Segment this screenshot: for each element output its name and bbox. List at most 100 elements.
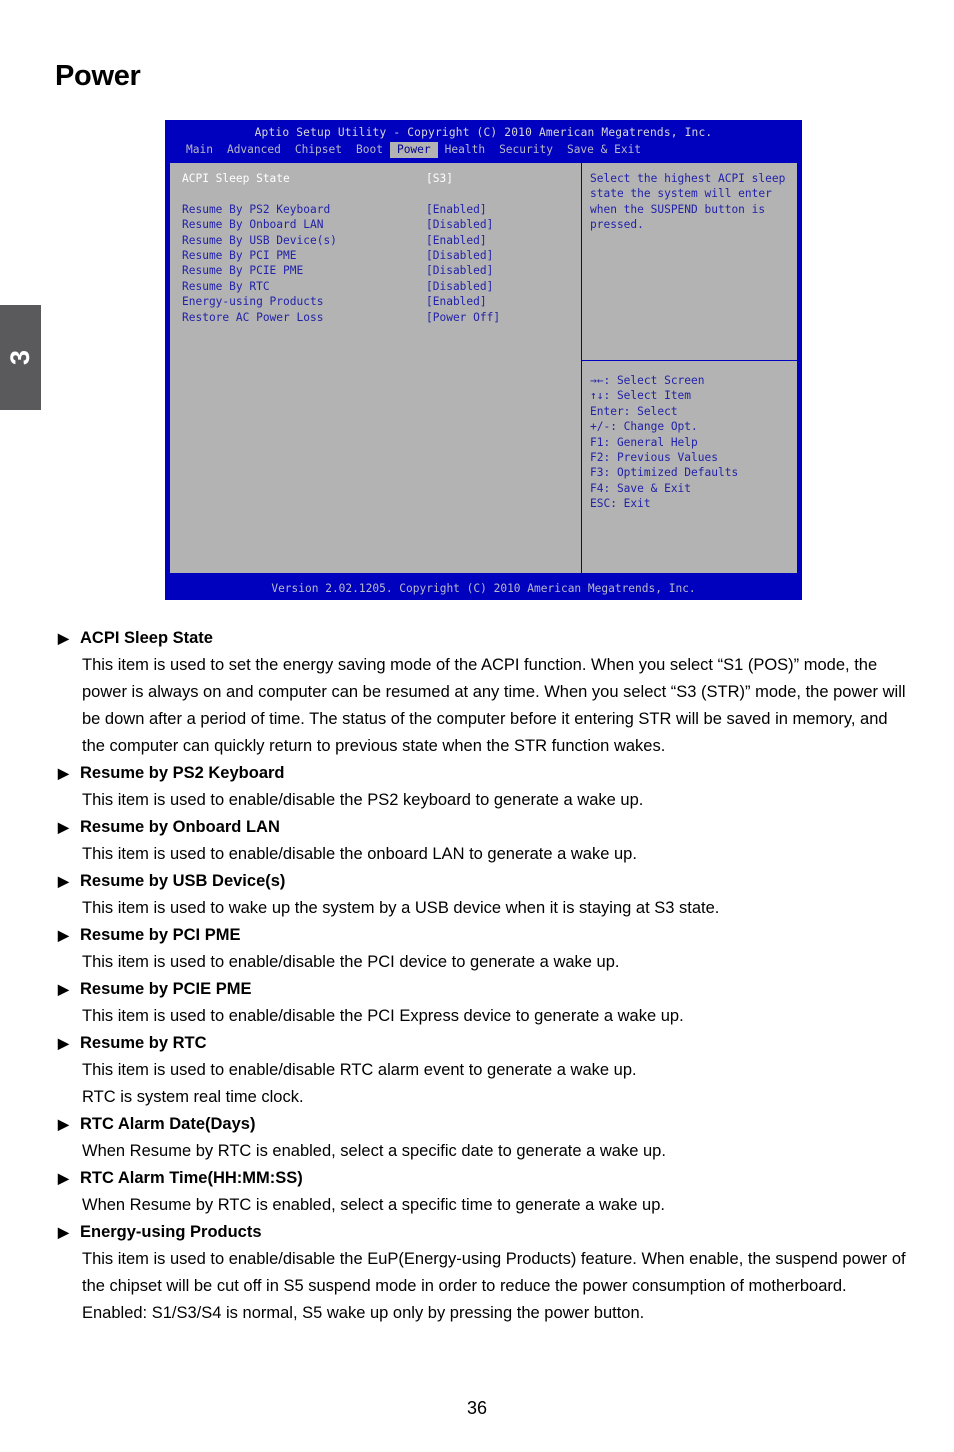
manual-entry-body: This item is used to set the energy savi… bbox=[82, 652, 908, 760]
bios-key-line: Enter: Select bbox=[590, 404, 678, 418]
bios-help-line: when the SUSPEND button is bbox=[590, 202, 766, 216]
bios-option-value[interactable]: [Disabled] bbox=[426, 248, 493, 263]
manual-entry: ▶ ACPI Sleep State This item is used to se… bbox=[58, 625, 908, 760]
manual-entry-heading-text: Resume by PCI PME bbox=[80, 926, 241, 944]
triangle-bullet-icon: ▶ bbox=[58, 1116, 69, 1132]
manual-entry-body: This item is used to wake up the system … bbox=[82, 895, 908, 922]
bios-option-row[interactable]: Restore AC Power Loss [Power Off] bbox=[182, 310, 581, 325]
manual-entry: ▶ RTC Alarm Date(Days) When Resume by RTC … bbox=[58, 1111, 908, 1165]
bios-key-line: ESC: Exit bbox=[590, 497, 651, 511]
triangle-bullet-icon: ▶ bbox=[58, 765, 69, 781]
bios-option-label: ACPI Sleep State bbox=[182, 172, 290, 185]
bios-option-value[interactable]: [S3] bbox=[426, 171, 453, 186]
bios-option-row[interactable]: Resume By PCIE PME [Disabled] bbox=[182, 263, 581, 278]
manual-entry-heading: ▶ RTC Alarm Date(Days) bbox=[58, 1111, 908, 1138]
manual-entry-paragraph: This item is used to enable/disable the … bbox=[82, 1250, 906, 1295]
triangle-bullet-icon: ▶ bbox=[58, 1035, 69, 1051]
manual-entry-heading-text: RTC Alarm Date(Days) bbox=[80, 1115, 256, 1133]
bios-key-line: F1: General Help bbox=[590, 435, 698, 449]
bios-option-label: Resume By PS2 Keyboard bbox=[182, 202, 331, 216]
bios-option-label: Restore AC Power Loss bbox=[182, 310, 324, 324]
bios-option-row[interactable]: Resume By USB Device(s) [Enabled] bbox=[182, 233, 581, 248]
bios-option-value[interactable]: [Disabled] bbox=[426, 263, 493, 278]
manual-entry-paragraph: This item is used to set the energy savi… bbox=[82, 656, 906, 755]
bios-option-row[interactable]: ACPI Sleep State [S3] bbox=[182, 171, 581, 186]
manual-entry-heading-text: ACPI Sleep State bbox=[80, 629, 213, 647]
manual-entry-heading-text: Resume by RTC bbox=[80, 1034, 207, 1052]
bios-key-line: ↑↓: Select Item bbox=[590, 389, 692, 403]
bios-option-row[interactable]: Resume By RTC [Disabled] bbox=[182, 279, 581, 294]
triangle-bullet-icon: ▶ bbox=[58, 981, 69, 997]
manual-entry: ▶ Resume by Onboard LAN This item is used … bbox=[58, 814, 908, 868]
bios-option-value[interactable]: [Disabled] bbox=[426, 217, 493, 232]
manual-entry-heading-text: Resume by PCIE PME bbox=[80, 980, 252, 998]
bios-screenshot: Aptio Setup Utility - Copyright (C) 2010… bbox=[165, 120, 802, 600]
manual-entry-heading: ▶ Resume by USB Device(s) bbox=[58, 868, 908, 895]
manual-entry-heading-text: Resume by USB Device(s) bbox=[80, 872, 286, 890]
manual-entry-heading: ▶ Resume by RTC bbox=[58, 1030, 908, 1057]
triangle-bullet-icon: ▶ bbox=[58, 927, 69, 943]
bios-tab-health[interactable]: Health bbox=[438, 142, 492, 157]
triangle-bullet-icon: ▶ bbox=[58, 630, 69, 646]
manual-entry-heading-text: Resume by Onboard LAN bbox=[80, 818, 280, 836]
bios-option-label: Resume By USB Device(s) bbox=[182, 233, 337, 247]
page-number: 36 bbox=[466, 1398, 488, 1418]
manual-entry-heading: ▶ Resume by PCI PME bbox=[58, 922, 908, 949]
page-title: Power bbox=[55, 60, 141, 92]
bios-side-panel: Select the highest ACPI sleep state the s… bbox=[582, 163, 797, 573]
bios-help-line: state the system will enter bbox=[590, 187, 772, 201]
bios-version-footer: Version 2.02.1205. Copyright (C) 2010 Am… bbox=[271, 582, 696, 596]
bios-tab-main[interactable]: Main bbox=[179, 142, 220, 157]
manual-entry-heading-text: RTC Alarm Time(HH:MM:SS) bbox=[80, 1169, 303, 1187]
bios-option-value[interactable]: [Enabled] bbox=[426, 233, 487, 248]
manual-entry-paragraph: When Resume by RTC is enabled, select a … bbox=[82, 1142, 666, 1160]
bios-key-line: F3: Optimized Defaults bbox=[590, 466, 739, 480]
manual-entry: ▶ Resume by PS2 Keyboard This item is used… bbox=[58, 760, 908, 814]
bios-key-line: F2: Previous Values bbox=[590, 451, 718, 465]
bios-tab-chipset[interactable]: Chipset bbox=[288, 142, 349, 157]
bios-option-value[interactable]: [Power Off] bbox=[426, 310, 500, 325]
bios-tab-save-exit[interactable]: Save & Exit bbox=[560, 142, 648, 157]
manual-entry: ▶ Energy-using Products This item is used … bbox=[58, 1219, 908, 1327]
bios-option-label: Resume By Onboard LAN bbox=[182, 218, 324, 232]
bios-help-panel: Select the highest ACPI sleep state the s… bbox=[582, 163, 797, 361]
manual-entry-paragraph: RTC is system real time clock. bbox=[82, 1088, 304, 1106]
bios-option-spacer bbox=[182, 186, 581, 201]
manual-entry-body: This item is used to enable/disable RTC … bbox=[82, 1057, 908, 1111]
manual-content: ▶ ACPI Sleep State This item is used to se… bbox=[58, 625, 908, 1327]
bios-option-value[interactable]: [Enabled] bbox=[426, 202, 487, 217]
manual-entry-body: This item is used to enable/disable the … bbox=[82, 949, 908, 976]
bios-option-row[interactable]: Resume By PS2 Keyboard [Enabled] bbox=[182, 202, 581, 217]
manual-entry-paragraph: This item is used to enable/disable the … bbox=[82, 953, 620, 971]
bios-key-line: F4: Save & Exit bbox=[590, 481, 692, 495]
bios-tab-boot[interactable]: Boot bbox=[349, 142, 390, 157]
bios-tab-security[interactable]: Security bbox=[492, 142, 560, 157]
manual-entry-body: This item is used to enable/disable the … bbox=[82, 787, 908, 814]
bios-key-legend: →←: Select Screen ↑↓: Select Item Enter: S… bbox=[582, 361, 797, 573]
manual-entry-heading: ▶ Resume by PCIE PME bbox=[58, 976, 908, 1003]
bios-option-label: Resume By PCIE PME bbox=[182, 264, 304, 278]
manual-entry-heading: ▶ Energy-using Products bbox=[58, 1219, 908, 1246]
bios-option-value[interactable]: [Disabled] bbox=[426, 279, 493, 294]
manual-entry-heading-text: Resume by PS2 Keyboard bbox=[80, 764, 285, 782]
bios-option-row[interactable]: Resume By Onboard LAN [Disabled] bbox=[182, 217, 581, 232]
manual-entry: ▶ Resume by USB Device(s) This item is use… bbox=[58, 868, 908, 922]
triangle-bullet-icon: ▶ bbox=[58, 873, 69, 889]
manual-entry-heading-text: Energy-using Products bbox=[80, 1223, 262, 1241]
chapter-number: 3 bbox=[5, 349, 35, 366]
bios-tab-advanced[interactable]: Advanced bbox=[220, 142, 288, 157]
bios-option-row[interactable]: Energy-using Products [Enabled] bbox=[182, 294, 581, 309]
bios-body: ACPI Sleep State [S3] Resume By PS2 Keyboa… bbox=[169, 162, 798, 574]
bios-tab-power[interactable]: Power bbox=[389, 142, 438, 158]
chapter-tab: 3 bbox=[0, 305, 41, 410]
bios-option-value[interactable]: [Enabled] bbox=[426, 294, 487, 309]
bios-option-label: Resume By RTC bbox=[182, 279, 270, 293]
manual-entry-body: This item is used to enable/disable the … bbox=[82, 1246, 908, 1327]
bios-option-row[interactable]: Resume By PCI PME [Disabled] bbox=[182, 248, 581, 263]
manual-entry-heading: ▶ Resume by PS2 Keyboard bbox=[58, 760, 908, 787]
bios-key-line: →←: Select Screen bbox=[590, 374, 705, 387]
manual-entry-paragraph: Enabled: S1/S3/S4 is normal, S5 wake up … bbox=[82, 1304, 645, 1322]
manual-entry-paragraph: This item is used to enable/disable the … bbox=[82, 845, 637, 863]
manual-entry-body: This item is used to enable/disable the … bbox=[82, 1003, 908, 1030]
manual-entry-heading: ▶ ACPI Sleep State bbox=[58, 625, 908, 652]
